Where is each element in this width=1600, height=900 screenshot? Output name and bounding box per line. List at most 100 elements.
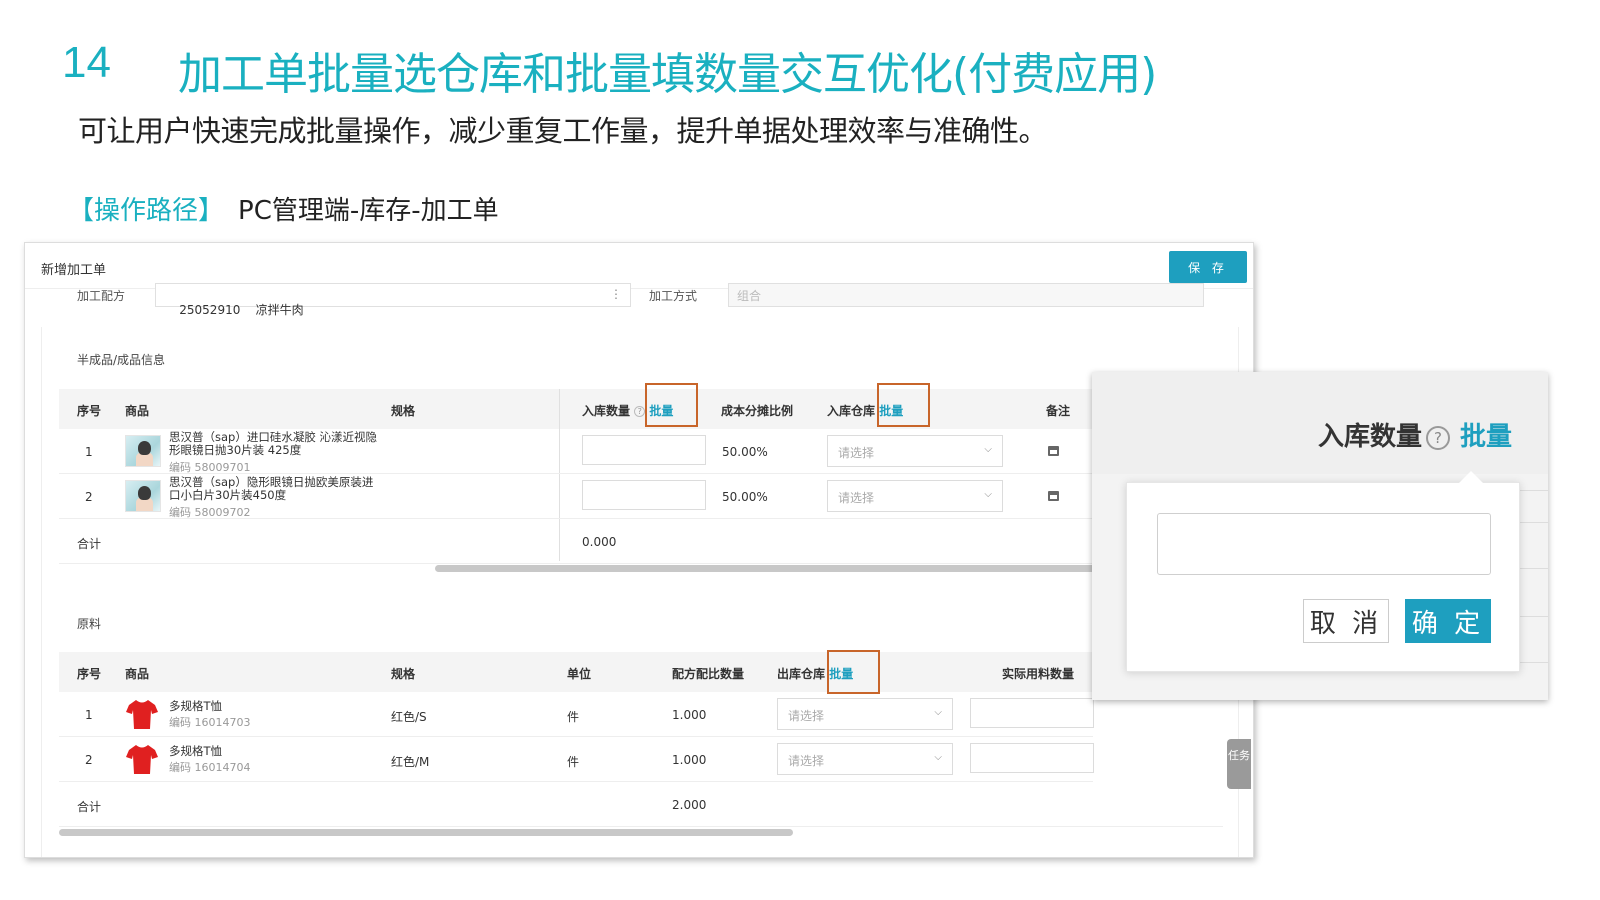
- product-code: 编码 16014704: [169, 761, 251, 774]
- in-qty-input[interactable]: [582, 435, 706, 465]
- table-row: 1 思汉普（sap）进口硅水凝胶 沁漾近视隐形眼镜日抛30片装 425度 编码 …: [59, 429, 1093, 474]
- horizontal-scrollbar[interactable]: [435, 565, 1095, 572]
- total-in-qty: 0.000: [582, 535, 617, 549]
- product-name: 思汉普（sap）隐形眼镜日抛欧美原装进口小白片30片装450度: [169, 475, 374, 502]
- task-tab[interactable]: 任务: [1227, 739, 1251, 789]
- col-goods: 商品: [125, 667, 150, 681]
- help-icon[interactable]: ?: [634, 406, 646, 417]
- divider: [1520, 490, 1548, 491]
- in-qty-input[interactable]: [582, 480, 706, 510]
- batch-fill-popover: 取 消 确 定: [1126, 471, 1520, 672]
- chevron-down-icon: ⌵: [984, 489, 992, 500]
- chevron-down-icon: ⌵: [934, 752, 942, 763]
- screen-title: 新增加工单: [41, 263, 107, 278]
- col-goods: 商品: [125, 404, 150, 418]
- out-warehouse-select-value: 请选择: [788, 709, 825, 723]
- col-remark: 备注: [1046, 404, 1071, 418]
- horizontal-scrollbar[interactable]: [59, 829, 793, 836]
- divider: [1520, 616, 1548, 617]
- col-spec: 规格: [391, 667, 416, 681]
- zoom-batch-link[interactable]: 批量: [1460, 422, 1512, 452]
- cancel-button[interactable]: 取 消: [1303, 599, 1389, 643]
- finished-table-header: 序号 商品 规格 入库数量 ? 批量 成本分摊比例 入库仓库 批量 备注: [59, 389, 1093, 429]
- operation-path: 【操作路径】 PC管理端-库存-加工单: [68, 190, 499, 227]
- cost-ratio-value: 50.00%: [722, 490, 768, 504]
- col-seq: 序号: [77, 667, 102, 681]
- highlight-batch-in-warehouse: [877, 383, 930, 427]
- operation-path-tag: 【操作路径】: [68, 196, 225, 226]
- product-thumbnail: [125, 480, 161, 512]
- recipe-field[interactable]: 25052910 凉拌牛肉 ⋮: [155, 283, 631, 317]
- col-out-warehouse-label: 出库仓库: [777, 667, 826, 681]
- product-code: 编码 58009701: [169, 461, 251, 474]
- unit-value: 件: [567, 755, 580, 769]
- cost-ratio-value: 50.00%: [722, 445, 768, 459]
- unit-value: 件: [567, 710, 580, 724]
- col-in-warehouse-label: 入库仓库: [827, 404, 876, 418]
- save-button[interactable]: 保 存: [1169, 251, 1247, 283]
- slide-subtitle: 可让用户快速完成批量操作，减少重复工作量，提升单据处理效率与准确性。: [78, 114, 1048, 148]
- total-row: 合计 0.000: [59, 519, 1093, 564]
- help-icon[interactable]: ?: [1426, 426, 1451, 450]
- spec-value: 红色/S: [391, 710, 427, 724]
- col-recipe-qty: 配方配比数量: [672, 667, 745, 681]
- col-spec: 规格: [391, 404, 416, 418]
- col-seq: 序号: [77, 404, 102, 418]
- out-warehouse-select[interactable]: 请选择 ⌵: [777, 743, 953, 775]
- processing-order-screen: 新增加工单 保 存 加工配方 25052910 凉拌牛肉 ⋮ 加工方式 组合 半…: [24, 242, 1254, 858]
- more-icon[interactable]: ⋮: [610, 287, 622, 301]
- total-recipe-qty: 2.000: [672, 798, 707, 812]
- tshirt-thumbnail: [126, 700, 158, 729]
- highlight-batch-out-warehouse: [827, 650, 880, 694]
- col-cost-ratio: 成本分摊比例: [721, 404, 794, 418]
- in-warehouse-select-value: 请选择: [838, 446, 875, 460]
- product-name: 思汉普（sap）进口硅水凝胶 沁漾近视隐形眼镜日抛30片装 425度: [169, 430, 377, 457]
- section-raw-material-label: 原料: [77, 617, 102, 631]
- table-row: 2 多规格T恤 编码 16014704 红色/M 件 1.000 请选择 ⌵: [59, 737, 1094, 782]
- chevron-down-icon: ⌵: [984, 444, 992, 455]
- method-label: 加工方式: [649, 289, 698, 303]
- calendar-icon[interactable]: [1048, 491, 1059, 501]
- section-semi-finished-label: 半成品/成品信息: [77, 353, 166, 367]
- in-warehouse-select-value: 请选择: [838, 491, 875, 505]
- slide-title: 加工单批量选仓库和批量填数量交互优化(付费应用): [178, 49, 1157, 100]
- row-seq: 1: [85, 445, 93, 459]
- col-unit: 单位: [567, 667, 592, 681]
- batch-qty-input[interactable]: [1157, 513, 1491, 575]
- table-row: 1 多规格T恤 编码 16014703 红色/S 件 1.000 请选择 ⌵: [59, 692, 1094, 737]
- total-label: 合计: [77, 800, 102, 814]
- tshirt-thumbnail: [126, 745, 158, 774]
- zoom-column-header: 入库数量? 批量: [1318, 416, 1512, 453]
- actual-qty-input[interactable]: [970, 698, 1094, 728]
- method-field: 组合: [728, 283, 1204, 307]
- divider: [1520, 662, 1548, 663]
- in-warehouse-select[interactable]: 请选择 ⌵: [827, 480, 1003, 512]
- chevron-down-icon: ⌵: [934, 707, 942, 718]
- recipe-label: 加工配方: [77, 289, 126, 303]
- highlight-batch-qty: [645, 383, 698, 427]
- out-warehouse-select[interactable]: 请选择 ⌵: [777, 698, 953, 730]
- spec-value: 红色/M: [391, 755, 430, 769]
- in-warehouse-select[interactable]: 请选择 ⌵: [827, 435, 1003, 467]
- raw-material-table-header: 序号 商品 规格 单位 配方配比数量 出库仓库 批量 实际用料数量: [59, 652, 1093, 692]
- product-name: 多规格T恤: [169, 744, 223, 758]
- zoom-in-qty-label: 入库数量: [1318, 422, 1423, 452]
- out-warehouse-select-value: 请选择: [788, 754, 825, 768]
- operation-path-text: PC管理端-库存-加工单: [238, 196, 499, 226]
- zoomed-batch-popover: 入库数量? 批量 取 消 确 定: [1092, 372, 1548, 700]
- recipe-value: 25052910 凉拌牛肉: [179, 303, 304, 317]
- row-seq: 2: [85, 490, 93, 504]
- calendar-icon[interactable]: [1048, 446, 1059, 456]
- product-code: 编码 16014703: [169, 716, 251, 729]
- divider: [1520, 522, 1548, 523]
- total-label: 合计: [77, 537, 102, 551]
- confirm-button[interactable]: 确 定: [1405, 599, 1491, 643]
- recipe-qty-value: 1.000: [672, 753, 707, 767]
- col-in-qty-label: 入库数量: [582, 404, 631, 418]
- col-actual-qty: 实际用料数量: [1002, 667, 1075, 681]
- product-thumbnail: [125, 435, 161, 467]
- slide-number: 14: [62, 38, 111, 87]
- actual-qty-input[interactable]: [970, 743, 1094, 773]
- product-code: 编码 58009702: [169, 506, 251, 519]
- table-row: 2 思汉普（sap）隐形眼镜日抛欧美原装进口小白片30片装450度 编码 580…: [59, 474, 1093, 519]
